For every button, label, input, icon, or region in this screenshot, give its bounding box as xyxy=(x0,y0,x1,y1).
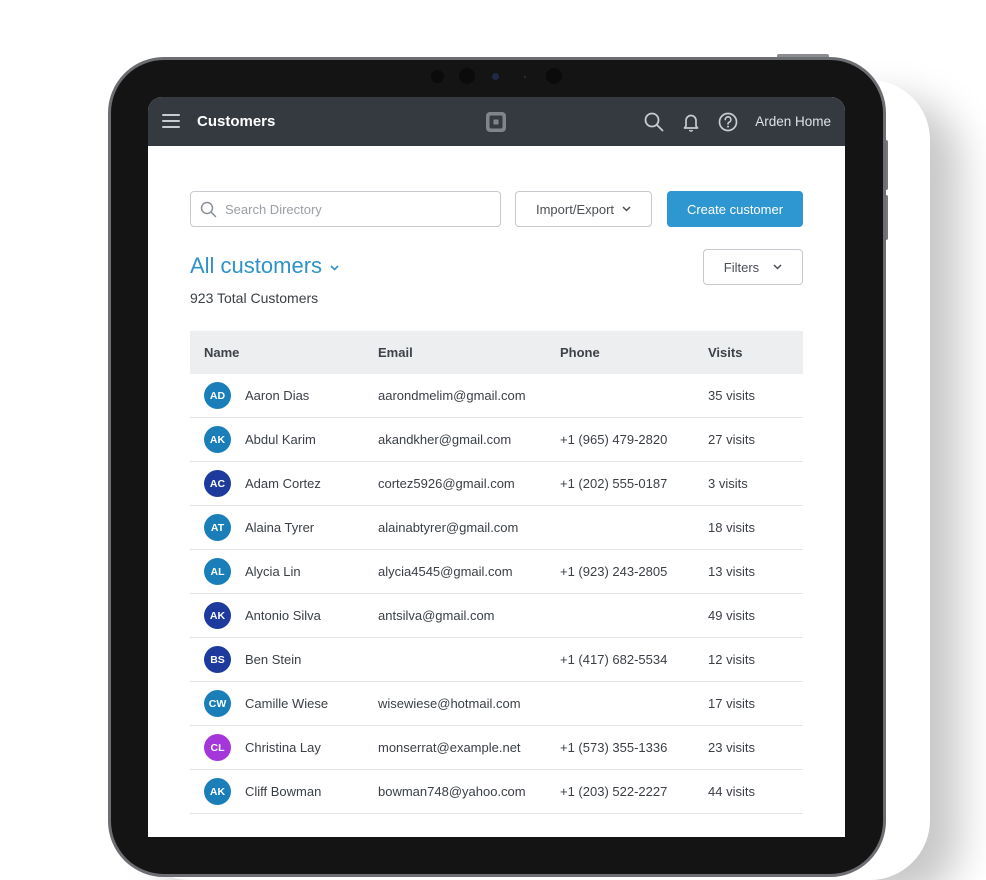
customer-visits: 27 visits xyxy=(708,432,755,447)
customer-visits: 35 visits xyxy=(708,388,755,403)
avatar: AK xyxy=(204,602,231,629)
create-customer-button[interactable]: Create customer xyxy=(667,191,803,227)
customer-name: Antonio Silva xyxy=(245,608,321,623)
customer-name-cell: AK Cliff Bowman xyxy=(190,778,378,805)
customer-name: Abdul Karim xyxy=(245,432,316,447)
customer-name: Christina Lay xyxy=(245,740,321,755)
table-row[interactable]: AK Cliff Bowman bowman748@yahoo.com +1 (… xyxy=(190,770,803,814)
help-icon[interactable] xyxy=(717,111,739,133)
customer-email: akandkher@gmail.com xyxy=(378,432,512,447)
customer-email: antsilva@gmail.com xyxy=(378,608,495,623)
customer-name-cell: CW Camille Wiese xyxy=(190,690,378,717)
customer-name-cell: AK Antonio Silva xyxy=(190,602,378,629)
customer-phone: +1 (573) 355-1336 xyxy=(560,740,668,755)
table-row[interactable]: BS Ben Stein +1 (417) 682-5534 12 visits xyxy=(190,638,803,682)
bell-icon[interactable] xyxy=(680,111,702,133)
customer-name: Alaina Tyrer xyxy=(245,520,315,535)
hamburger-menu-icon[interactable] xyxy=(162,114,180,128)
customer-phone: +1 (417) 682-5534 xyxy=(560,652,668,667)
avatar: CW xyxy=(204,690,231,717)
table-row[interactable]: AL Alycia Lin alycia4545@gmail.com +1 (9… xyxy=(190,550,803,594)
customer-name-cell: AT Alaina Tyrer xyxy=(190,514,378,541)
customer-visits: 18 visits xyxy=(708,520,755,535)
customer-email: monserrat@example.net xyxy=(378,740,521,755)
customer-name-cell: CL Christina Lay xyxy=(190,734,378,761)
table-row[interactable]: AK Antonio Silva antsilva@gmail.com 49 v… xyxy=(190,594,803,638)
customer-phone: +1 (202) 555-0187 xyxy=(560,476,668,491)
customer-name-cell: AD Aaron Dias xyxy=(190,382,378,409)
customer-name-cell: BS Ben Stein xyxy=(190,646,378,673)
avatar: BS xyxy=(204,646,231,673)
avatar: AD xyxy=(204,382,231,409)
column-header-email[interactable]: Email xyxy=(378,345,560,360)
search-icon[interactable] xyxy=(643,111,665,133)
customer-name: Camille Wiese xyxy=(245,696,329,711)
customer-name-cell: AK Abdul Karim xyxy=(190,426,378,453)
customer-name: Cliff Bowman xyxy=(245,784,322,799)
import-export-button[interactable]: Import/Export xyxy=(515,191,652,227)
customer-email: alycia4545@gmail.com xyxy=(378,564,513,579)
chevron-down-icon xyxy=(622,206,631,212)
customer-visits: 44 visits xyxy=(708,784,755,799)
chevron-down-icon xyxy=(330,264,339,271)
customer-email: cortez5926@gmail.com xyxy=(378,476,515,491)
customer-name-cell: AL Alycia Lin xyxy=(190,558,378,585)
search-input[interactable] xyxy=(223,200,487,218)
app-screen: Customers Arden Home Import/Export Creat… xyxy=(148,97,845,837)
customer-email: wisewiese@hotmail.com xyxy=(378,696,521,711)
customer-visits: 23 visits xyxy=(708,740,755,755)
table-row[interactable]: AK Abdul Karim akandkher@gmail.com +1 (9… xyxy=(190,418,803,462)
sensor-dot xyxy=(431,70,444,83)
list-title: All customers xyxy=(190,253,323,278)
avatar: AK xyxy=(204,426,231,453)
sensor-dot xyxy=(546,68,562,84)
customer-email: aarondmelim@gmail.com xyxy=(378,388,526,403)
table-row[interactable]: AT Alaina Tyrer alainabtyrer@gmail.com 1… xyxy=(190,506,803,550)
customer-name: Ben Stein xyxy=(245,652,302,667)
avatar: CL xyxy=(204,734,231,761)
table-row[interactable]: CL Christina Lay monserrat@example.net +… xyxy=(190,726,803,770)
customer-visits: 17 visits xyxy=(708,696,755,711)
customer-email: bowman748@yahoo.com xyxy=(378,784,526,799)
customer-name: Adam Cortez xyxy=(245,476,321,491)
avatar: AL xyxy=(204,558,231,585)
top-bar: Customers Arden Home xyxy=(148,97,845,146)
search-directory-field[interactable] xyxy=(190,191,501,227)
table-row[interactable]: CW Camille Wiese wisewiese@hotmail.com 1… xyxy=(190,682,803,726)
avatar: AC xyxy=(204,470,231,497)
chevron-down-icon xyxy=(773,264,782,270)
camera-lens xyxy=(492,73,499,80)
column-header-phone[interactable]: Phone xyxy=(560,345,708,360)
customer-phone: +1 (923) 243-2805 xyxy=(560,564,668,579)
table-header: Name Email Phone Visits xyxy=(190,331,803,374)
table-row[interactable]: AD Aaron Dias aarondmelim@gmail.com 35 v… xyxy=(190,374,803,418)
customer-phone: +1 (203) 522-2227 xyxy=(560,784,668,799)
customer-phone: +1 (965) 479-2820 xyxy=(560,432,668,447)
sensor-dot xyxy=(459,68,475,84)
customer-visits: 3 visits xyxy=(708,476,748,491)
list-selector[interactable]: All customers xyxy=(190,253,339,279)
search-icon xyxy=(200,201,217,217)
customer-visits: 12 visits xyxy=(708,652,755,667)
filters-button[interactable]: Filters xyxy=(703,249,803,285)
total-customers-count: 923 Total Customers xyxy=(190,290,319,306)
app-title: Customers xyxy=(197,113,276,130)
account-name[interactable]: Arden Home xyxy=(755,114,831,129)
import-export-label: Import/Export xyxy=(535,201,615,217)
customer-visits: 13 visits xyxy=(708,564,755,579)
square-logo-icon[interactable] xyxy=(485,111,507,133)
customers-table: Name Email Phone Visits AD Aaron Dias aa… xyxy=(190,331,803,814)
customer-email: alainabtyrer@gmail.com xyxy=(378,520,519,535)
filters-label: Filters xyxy=(723,259,760,275)
avatar: AK xyxy=(204,778,231,805)
customer-name: Alycia Lin xyxy=(245,564,301,579)
avatar: AT xyxy=(204,514,231,541)
column-header-name[interactable]: Name xyxy=(190,345,378,360)
customer-name-cell: AC Adam Cortez xyxy=(190,470,378,497)
sensor-dot xyxy=(524,76,526,78)
customer-visits: 49 visits xyxy=(708,608,755,623)
customer-name: Aaron Dias xyxy=(245,388,310,403)
table-row[interactable]: AC Adam Cortez cortez5926@gmail.com +1 (… xyxy=(190,462,803,506)
column-header-visits[interactable]: Visits xyxy=(708,345,803,360)
